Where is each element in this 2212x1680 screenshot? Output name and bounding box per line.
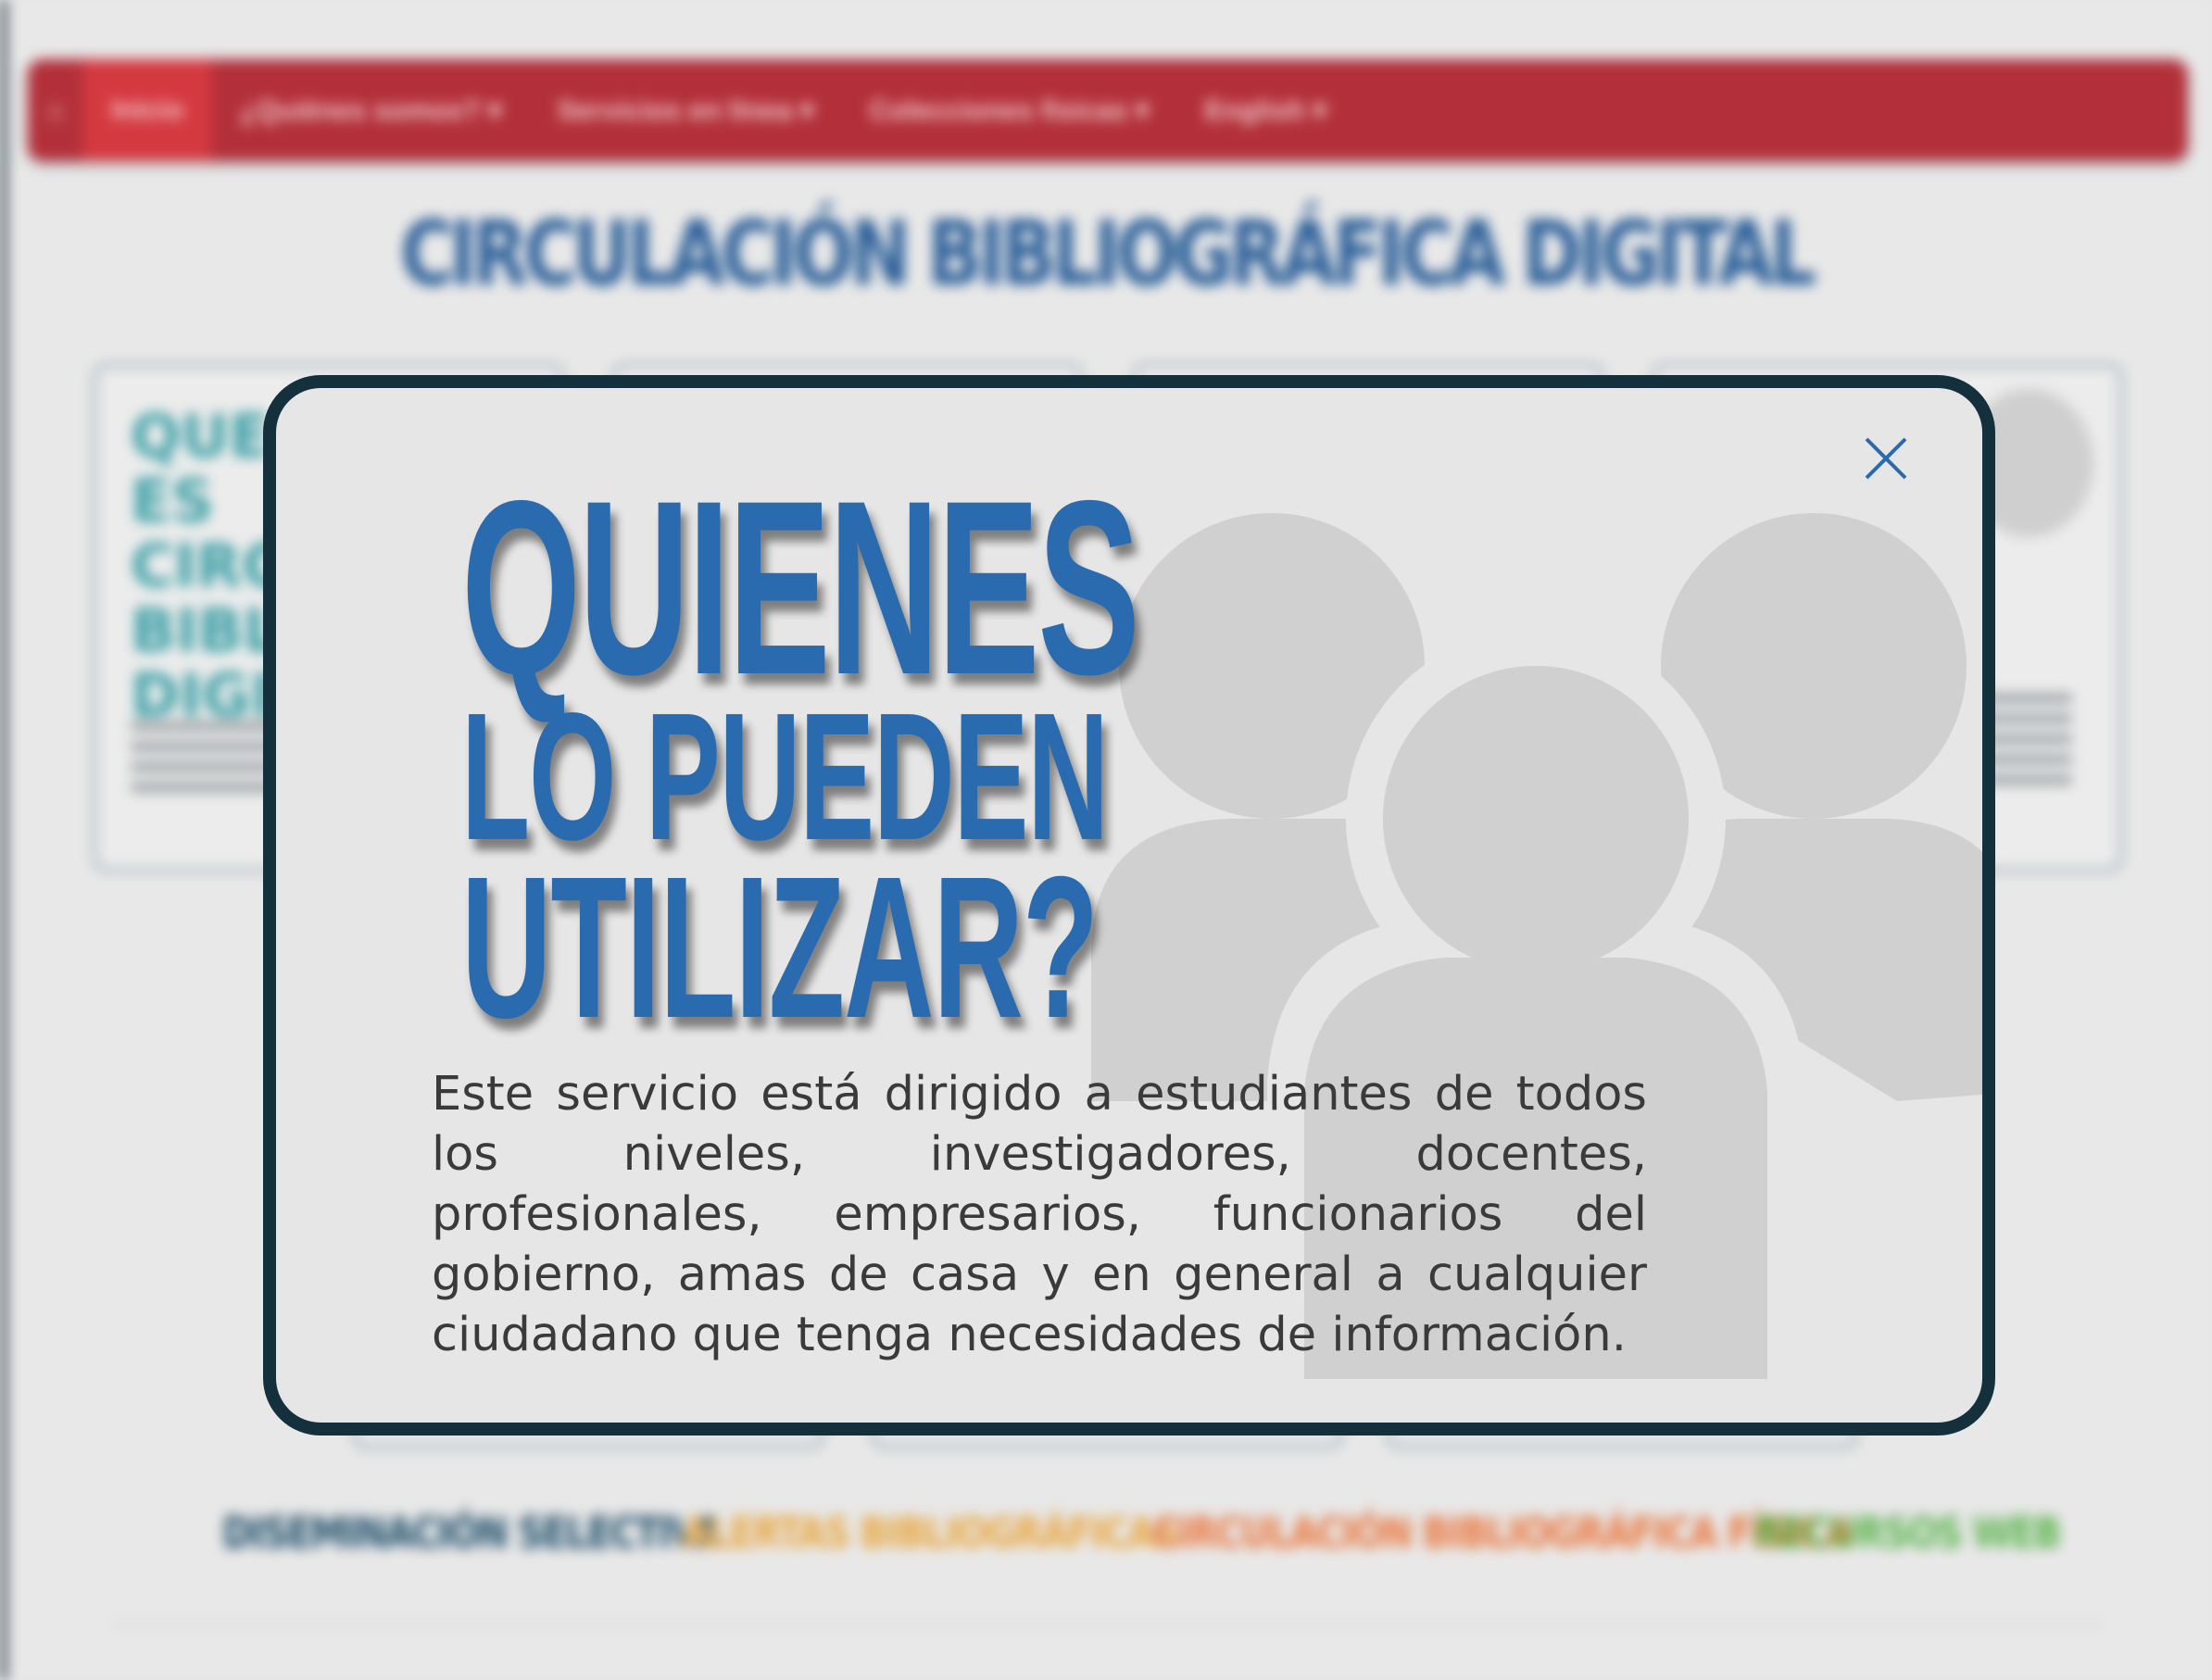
nav-item-servicios[interactable]: Servicios en línea ▾ — [530, 59, 842, 161]
modal-description: Este servicio está dirigido a estudiante… — [432, 1067, 1647, 1362]
main-navbar: ⌂ Inicio ¿Quiénes somos? ▾ Servicios en … — [28, 59, 2188, 161]
home-icon[interactable]: ⌂ — [28, 59, 83, 161]
nav-item-english[interactable]: English ▾ — [1177, 59, 1355, 161]
nav-item-quienes-somos[interactable]: ¿Quiénes somos? ▾ — [211, 59, 529, 161]
info-modal: QUIENES LO PUEDEN UTILIZAR? Este servici… — [263, 375, 1995, 1436]
close-icon — [1865, 437, 1907, 480]
window-edge — [0, 0, 7, 1680]
close-button[interactable] — [1853, 425, 1919, 492]
link-alertas[interactable]: ALERTAS BIBLIOGRÁFICAS — [682, 1508, 1180, 1558]
heading-line-3: UTILIZAR? — [461, 835, 1099, 1060]
page: ⌂ Inicio ¿Quiénes somos? ▾ Servicios en … — [0, 0, 2212, 1680]
link-recursos-web[interactable]: RECURSOS WEB — [1754, 1508, 2061, 1558]
heading-line-1: QUIENES — [461, 448, 1140, 726]
divider — [111, 1623, 2103, 1625]
link-diseminacion[interactable]: DISEMINACIÓN SELECTIVA — [222, 1508, 723, 1558]
nav-item-colecciones[interactable]: Colecciones físicas ▾ — [842, 59, 1177, 161]
nav-item-inicio[interactable]: Inicio — [83, 59, 212, 161]
link-circulacion-fisica[interactable]: CIRCULACIÓN BIBLIOGRÁFICA FÍSICA — [1152, 1508, 1852, 1558]
page-title: CIRCULACIÓN BIBLIOGRÁFICA DIGITAL — [400, 202, 1816, 306]
modal-heading: QUIENES LO PUEDEN UTILIZAR? — [461, 448, 1552, 1060]
